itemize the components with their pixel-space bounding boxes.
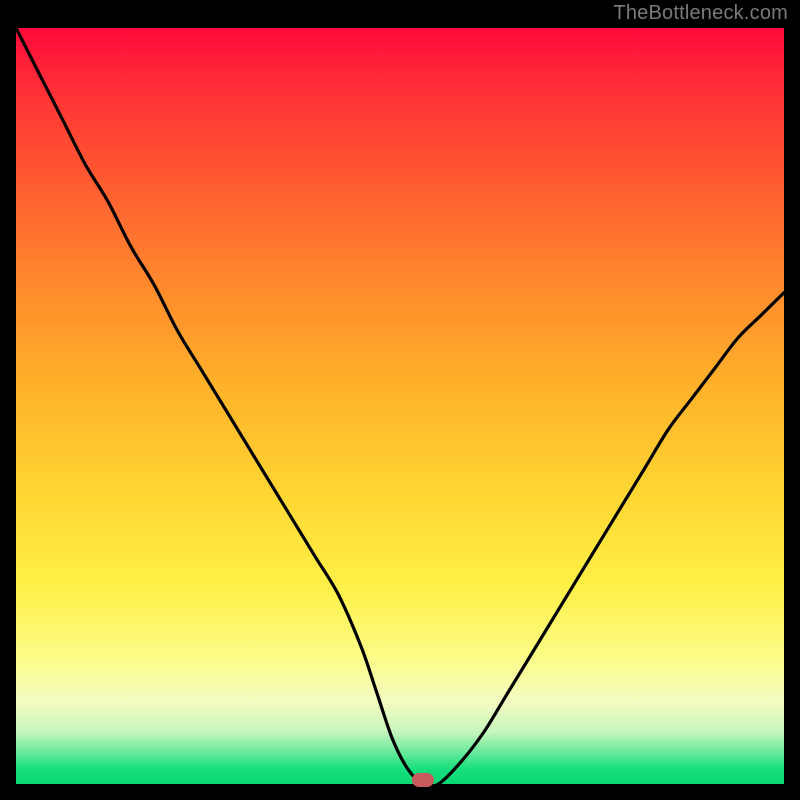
plot-area — [16, 28, 784, 784]
bottleneck-curve — [16, 28, 784, 784]
curve-path — [16, 28, 784, 784]
chart-frame: TheBottleneck.com — [0, 0, 800, 800]
minimum-marker — [412, 773, 434, 787]
watermark-text: TheBottleneck.com — [613, 2, 788, 25]
